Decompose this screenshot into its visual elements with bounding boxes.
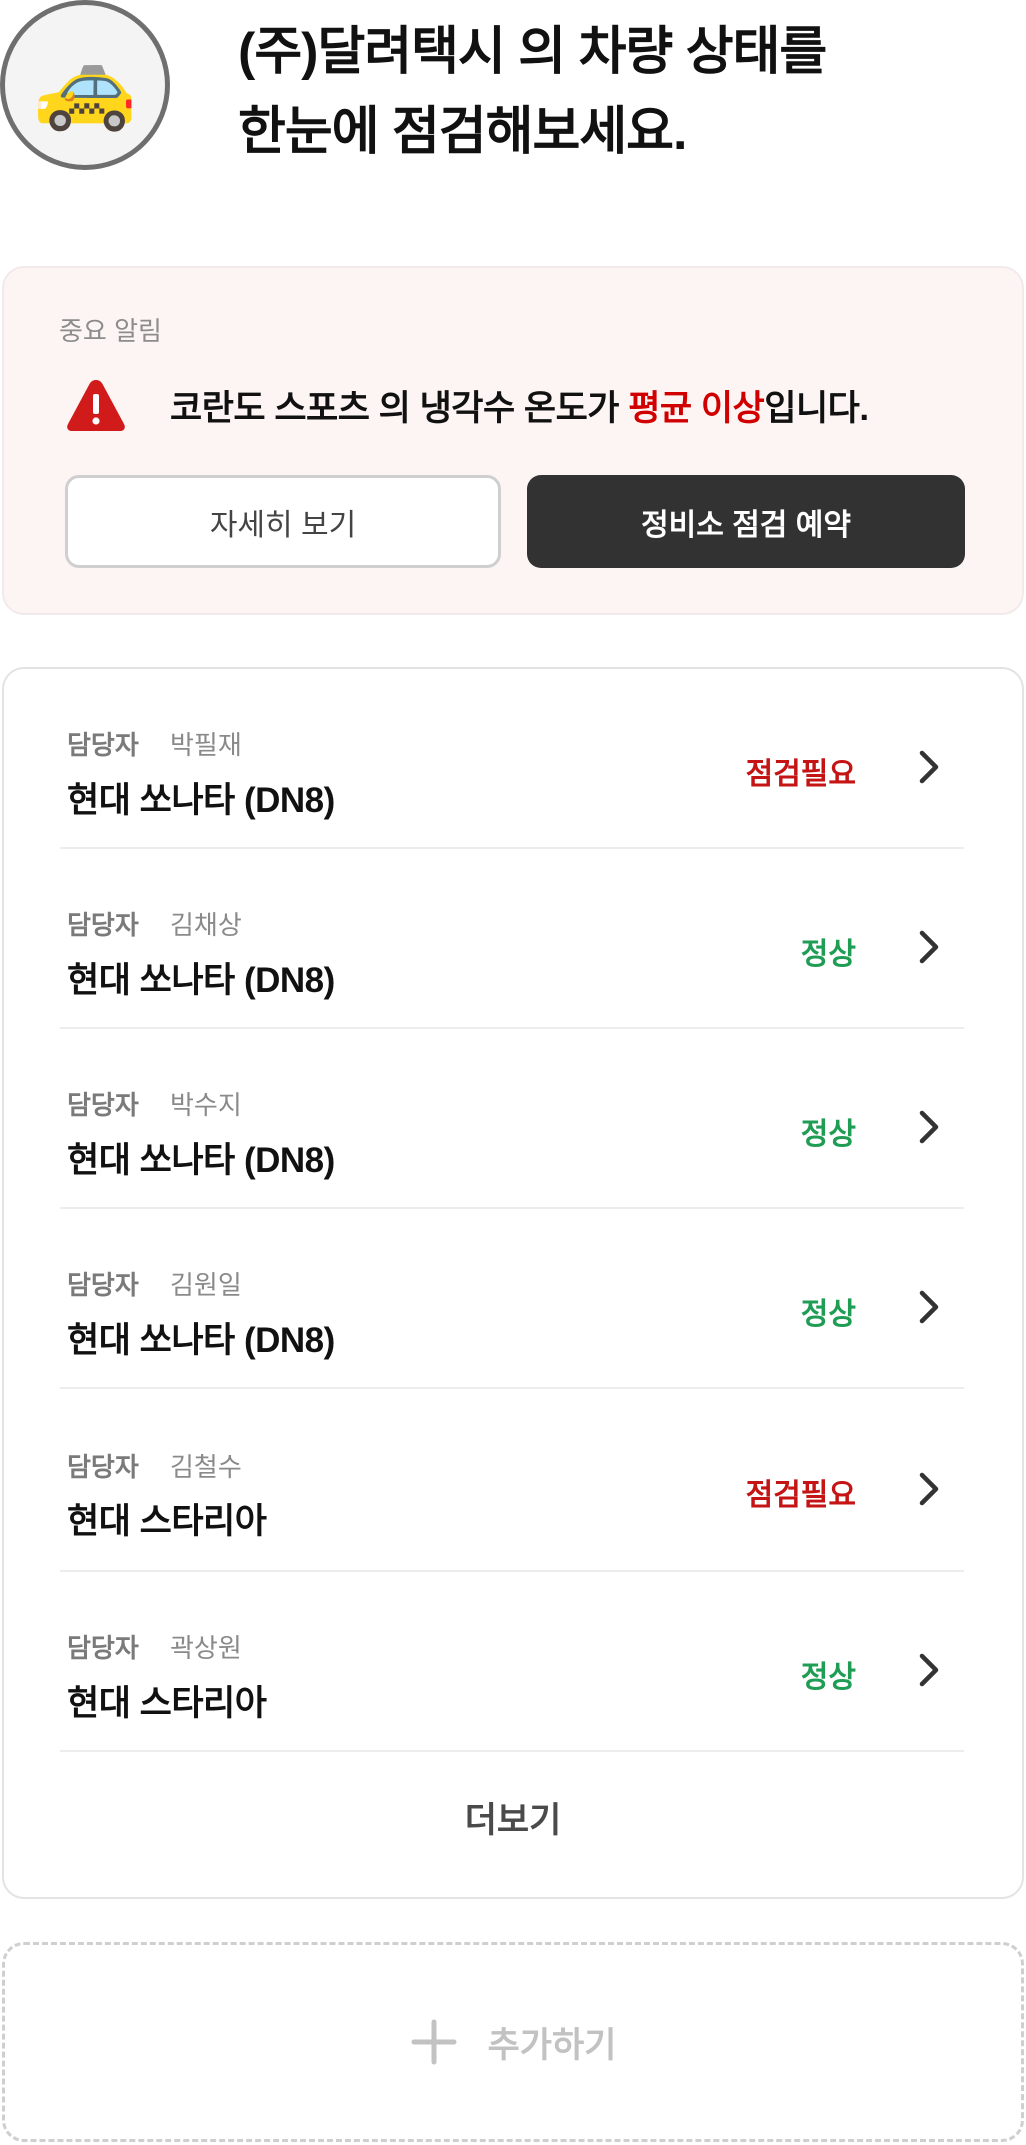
vehicle-model: 현대 스타리아 <box>67 1684 267 1723</box>
chevron-right-icon[interactable] <box>914 1107 944 1147</box>
manager-name: 곽상원 <box>170 1633 242 1663</box>
alert-caption: 중요 알림 <box>59 316 162 346</box>
manager-name: 김철수 <box>170 1452 242 1482</box>
vehicle-model: 현대 쏘나타 (DN8) <box>67 781 335 820</box>
status-badge: 정상 <box>800 938 856 971</box>
vehicle-row[interactable]: 담당자 박수지 현대 쏘나타 (DN8) 정상 <box>60 1029 964 1209</box>
manager-label: 담당자 <box>67 1090 139 1120</box>
vehicle-model: 현대 스타리아 <box>67 1502 267 1541</box>
important-alert-card: 중요 알림 코란도 스포츠 의 냉각수 온도가 평균 이상입니다. 자세히 보기… <box>2 266 1024 615</box>
vehicle-row[interactable]: 담당자 김채상 현대 쏘나타 (DN8) 정상 <box>60 849 964 1029</box>
vehicle-row[interactable]: 담당자 곽상원 현대 스타리아 정상 <box>60 1572 964 1752</box>
vehicle-row[interactable]: 담당자 김원일 현대 쏘나타 (DN8) 정상 <box>60 1209 964 1389</box>
page-title: (주)달려택시 의 차량 상태를 한눈에 점검해보세요. <box>238 12 998 172</box>
add-vehicle-button[interactable]: 추가하기 <box>2 1942 1024 2142</box>
alert-message-prefix: 코란도 스포츠 의 냉각수 온도가 <box>170 389 629 428</box>
warning-triangle-icon <box>67 380 125 431</box>
manager-label: 담당자 <box>67 1452 139 1482</box>
page-title-line1: (주)달려택시 의 차량 상태를 <box>238 23 827 81</box>
alert-message-highlight: 평균 이상 <box>628 389 765 428</box>
vehicle-row[interactable]: 담당자 박필재 현대 쏘나타 (DN8) 점검필요 <box>60 669 964 849</box>
vehicle-status-page: 🚕 (주)달려택시 의 차량 상태를 한눈에 점검해보세요. 중요 알림 코란도… <box>0 0 1026 2145</box>
header: 🚕 (주)달려택시 의 차량 상태를 한눈에 점검해보세요. <box>0 0 1026 200</box>
company-avatar[interactable]: 🚕 <box>0 0 170 170</box>
add-vehicle-label: 추가하기 <box>487 2025 617 2065</box>
manager-label: 담당자 <box>67 1633 139 1663</box>
show-more-button[interactable]: 더보기 <box>4 1767 1022 1867</box>
vehicle-model: 현대 쏘나타 (DN8) <box>67 1321 335 1360</box>
alert-message-suffix: 입니다. <box>764 389 869 428</box>
plus-icon <box>411 2019 457 2065</box>
manager-name: 박수지 <box>170 1090 242 1120</box>
manager-name: 박필재 <box>170 730 242 760</box>
chevron-right-icon[interactable] <box>914 1287 944 1327</box>
vehicle-list-card: 담당자 박필재 현대 쏘나타 (DN8) 점검필요 담당자 김채상 현대 쏘나타… <box>2 667 1024 1899</box>
status-badge: 점검필요 <box>745 758 856 791</box>
chevron-right-icon[interactable] <box>914 927 944 967</box>
status-badge: 정상 <box>800 1661 856 1694</box>
manager-name: 김원일 <box>170 1270 242 1300</box>
page-title-line2: 한눈에 점검해보세요. <box>238 103 687 161</box>
vehicle-model: 현대 쏘나타 (DN8) <box>67 961 335 1000</box>
status-badge: 정상 <box>800 1118 856 1151</box>
chevron-right-icon[interactable] <box>914 747 944 787</box>
chevron-right-icon[interactable] <box>914 1650 944 1690</box>
vehicle-model: 현대 쏘나타 (DN8) <box>67 1141 335 1180</box>
manager-label: 담당자 <box>67 1270 139 1300</box>
manager-name: 김채상 <box>170 910 242 940</box>
reserve-inspection-button[interactable]: 정비소 점검 예약 <box>527 475 965 568</box>
manager-label: 담당자 <box>67 730 139 760</box>
status-badge: 정상 <box>800 1298 856 1331</box>
chevron-right-icon[interactable] <box>914 1469 944 1509</box>
taxi-icon: 🚕 <box>32 38 138 132</box>
vehicle-row[interactable]: 담당자 김철수 현대 스타리아 점검필요 <box>60 1389 964 1572</box>
status-badge: 점검필요 <box>745 1479 856 1512</box>
alert-message: 코란도 스포츠 의 냉각수 온도가 평균 이상입니다. <box>170 380 869 431</box>
manager-label: 담당자 <box>67 910 139 940</box>
view-details-button[interactable]: 자세히 보기 <box>65 475 501 568</box>
